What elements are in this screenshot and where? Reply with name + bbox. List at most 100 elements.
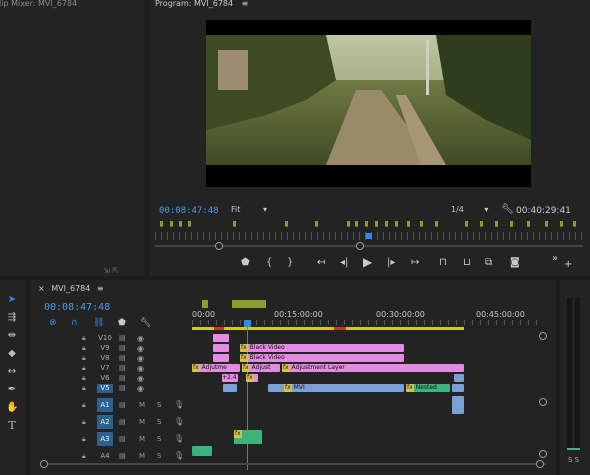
mark-in-icon[interactable]: { bbox=[266, 258, 272, 268]
magnet-icon[interactable]: ∩ bbox=[71, 318, 78, 328]
hscroll-handle-right[interactable] bbox=[536, 460, 544, 468]
wrench-icon[interactable]: 🔧︎ bbox=[501, 204, 514, 215]
marker[interactable] bbox=[385, 221, 388, 227]
lock-icon[interactable]: 🔒︎ bbox=[82, 374, 86, 383]
zoom-handle-left[interactable] bbox=[215, 242, 223, 250]
marker[interactable] bbox=[510, 221, 513, 227]
marker[interactable] bbox=[435, 221, 438, 227]
zoom-handle-right[interactable] bbox=[356, 242, 364, 250]
toggle-sync-icon[interactable]: ▤ bbox=[119, 401, 126, 409]
marker-strip[interactable] bbox=[155, 221, 583, 229]
lock-icon[interactable]: 🔒︎ bbox=[82, 344, 86, 353]
mute-button[interactable]: M bbox=[139, 401, 145, 409]
more-icon[interactable]: » bbox=[552, 254, 558, 264]
clip-audio-a3[interactable]: fx bbox=[234, 430, 262, 444]
ripple-edit-icon[interactable]: ⇹ bbox=[6, 330, 18, 342]
microphone-icon[interactable]: 🎙︎ bbox=[174, 451, 184, 460]
go-to-in-icon[interactable]: ↤ bbox=[317, 258, 325, 268]
marker[interactable] bbox=[420, 221, 423, 227]
marker[interactable] bbox=[170, 221, 173, 227]
microphone-icon[interactable]: 🎙︎ bbox=[174, 434, 184, 443]
clip-nested[interactable]: fx Nested bbox=[406, 384, 450, 392]
lock-icon[interactable]: 🔒︎ bbox=[82, 354, 86, 363]
work-area-marker[interactable] bbox=[232, 300, 266, 308]
step-back-icon[interactable]: ◂| bbox=[340, 258, 348, 268]
hscroll-handle-left[interactable] bbox=[40, 460, 48, 468]
track-target[interactable]: V5 bbox=[97, 384, 113, 393]
marker[interactable] bbox=[527, 221, 530, 227]
export-icon[interactable]: ⇲ ⇱ bbox=[103, 266, 119, 275]
toggle-sync-icon[interactable]: ▤ bbox=[119, 334, 126, 342]
clip-black-video-2[interactable]: fx Black Video bbox=[240, 354, 404, 362]
timeline-playhead[interactable] bbox=[247, 320, 248, 470]
hamburger-icon[interactable]: ≡ bbox=[97, 284, 104, 293]
horizontal-scrollbar[interactable] bbox=[40, 460, 546, 468]
extract-icon[interactable]: ⊔ bbox=[463, 258, 471, 268]
play-icon[interactable]: ▶ bbox=[363, 256, 372, 268]
eye-icon[interactable]: ◉ bbox=[137, 334, 144, 343]
resolution-select[interactable]: 1/4 ▾ bbox=[451, 205, 495, 214]
mute-button[interactable]: M bbox=[139, 418, 145, 426]
video-frame[interactable] bbox=[206, 20, 531, 187]
clip-mvi[interactable]: fx MVI bbox=[268, 384, 404, 392]
work-area-marker[interactable] bbox=[202, 300, 208, 308]
marker[interactable] bbox=[395, 221, 398, 227]
eye-icon[interactable]: ◉ bbox=[137, 374, 144, 383]
zoom-bar[interactable] bbox=[155, 242, 583, 250]
mark-out-icon[interactable]: } bbox=[287, 258, 293, 268]
marker[interactable] bbox=[375, 221, 378, 227]
marker[interactable] bbox=[495, 221, 498, 227]
scroll-handle-audio[interactable] bbox=[539, 450, 547, 458]
clip-black-video-1[interactable]: fx Black Video bbox=[240, 344, 404, 352]
timeline-playhead-handle[interactable] bbox=[244, 320, 251, 327]
clip-v6-fx[interactable]: fx bbox=[246, 374, 258, 382]
track-target[interactable]: A2 bbox=[97, 415, 113, 429]
clip-audio-a1[interactable] bbox=[452, 396, 464, 414]
marker[interactable] bbox=[545, 221, 548, 227]
lock-icon[interactable]: 🔒︎ bbox=[82, 401, 86, 410]
add-icon[interactable]: + bbox=[564, 260, 572, 270]
clip-v6-blue[interactable] bbox=[454, 374, 464, 382]
microphone-icon[interactable]: 🎙︎ bbox=[174, 400, 184, 409]
clip-v5-blue-1[interactable] bbox=[223, 384, 237, 392]
add-marker-icon[interactable]: ⬟ bbox=[241, 258, 250, 268]
track-target[interactable]: V10 bbox=[97, 334, 113, 343]
lift-icon[interactable]: ⊓ bbox=[439, 258, 447, 268]
eye-icon[interactable]: ◉ bbox=[137, 384, 144, 393]
eye-icon[interactable]: ◉ bbox=[137, 344, 144, 353]
linked-selection-icon[interactable]: ⛓ bbox=[93, 318, 104, 328]
scroll-handle-bottom[interactable] bbox=[539, 398, 547, 406]
type-icon[interactable]: T bbox=[6, 420, 18, 432]
marker[interactable] bbox=[179, 221, 182, 227]
lock-icon[interactable]: 🔒︎ bbox=[82, 364, 86, 373]
toggle-sync-icon[interactable]: ▤ bbox=[119, 452, 126, 460]
hand-icon[interactable]: ✋ bbox=[6, 402, 18, 414]
marker[interactable] bbox=[160, 221, 163, 227]
marker[interactable] bbox=[365, 221, 368, 227]
marker[interactable] bbox=[347, 221, 350, 227]
marker[interactable] bbox=[407, 221, 410, 227]
scroll-handle-top[interactable] bbox=[539, 332, 547, 340]
solo-button[interactable]: S bbox=[157, 418, 161, 426]
lock-icon[interactable]: 🔒︎ bbox=[82, 452, 86, 461]
clip-adjustment-2[interactable]: fx Adjust bbox=[242, 364, 280, 372]
track-target[interactable]: V8 bbox=[97, 354, 113, 363]
playhead[interactable] bbox=[366, 233, 372, 239]
eye-icon[interactable]: ◉ bbox=[137, 364, 144, 373]
marker[interactable] bbox=[315, 221, 318, 227]
lock-icon[interactable]: 🔒︎ bbox=[82, 334, 86, 343]
timeline-tab[interactable]: × MVI_6784 ≡ bbox=[38, 284, 104, 293]
lock-icon[interactable]: 🔒︎ bbox=[82, 435, 86, 444]
lock-icon[interactable]: 🔒︎ bbox=[82, 418, 86, 427]
toggle-sync-icon[interactable]: ▤ bbox=[119, 364, 126, 372]
close-icon[interactable]: × bbox=[38, 284, 45, 293]
track-target[interactable]: V7 bbox=[97, 364, 113, 373]
hamburger-icon[interactable]: ≡ bbox=[242, 0, 249, 8]
clip-adjustment-3[interactable]: fx Adjustment Layer bbox=[282, 364, 464, 372]
solo-button[interactable]: S bbox=[157, 435, 161, 443]
marker[interactable] bbox=[465, 221, 468, 227]
microphone-icon[interactable]: 🎙︎ bbox=[174, 417, 184, 426]
track-target[interactable]: A4 bbox=[97, 449, 113, 463]
slip-icon[interactable]: ↔ bbox=[6, 366, 18, 378]
track-target[interactable]: A1 bbox=[97, 398, 113, 412]
